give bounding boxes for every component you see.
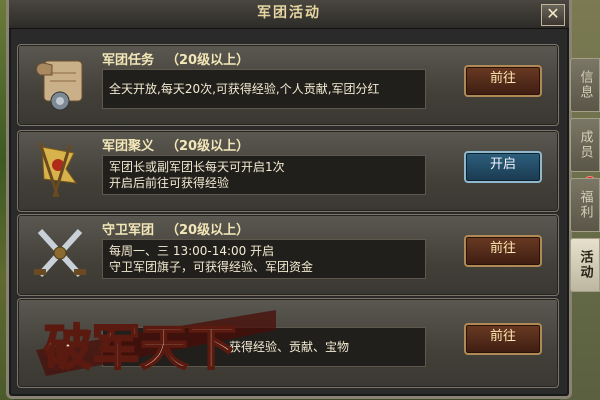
go-button[interactable]: 前往 — [464, 323, 542, 355]
go-button[interactable]: 前往 — [464, 235, 542, 267]
activity-description: 获得经验、贡献、宝物 — [102, 327, 426, 367]
activity-title: 军团任务 — [102, 53, 155, 68]
description-line: 全天开放,每天20次,可获得经验,个人贡献,军团分红 — [109, 82, 380, 96]
activity-card-legion-gathering: 军团聚义 （20级以上） 军团长或副军团长每天可开启1次 开启后前往可获得经验 开… — [17, 130, 559, 212]
banner-icon — [38, 142, 78, 198]
activity-name: 军团聚义 （20级以上） — [102, 135, 249, 154]
description-line: 每周一、三 13:00-14:00 开启 — [109, 244, 275, 258]
activity-level: （20级以上） — [166, 139, 250, 154]
crossed-swords-icon — [34, 228, 86, 278]
scroll-icon — [36, 60, 83, 111]
tab-members[interactable]: 成员 — [570, 118, 600, 172]
panel-title: 军团活动 — [257, 5, 321, 21]
legion-activity-panel: 军团活动 ✕ 军团任务 （20级以上） 全天开放,每天20次,可获得经验,个人贡献… — [6, 0, 572, 399]
panel-title-bar: 军团活动 ✕ — [9, 0, 569, 29]
activity-title: 守卫军团 — [102, 223, 155, 238]
description-line: 开启后前往可获得经验 — [109, 176, 230, 190]
activity-name: 守卫军团 （20级以上） — [102, 219, 249, 238]
go-button[interactable]: 前往 — [464, 65, 542, 97]
activity-title: 军团聚义 — [102, 139, 155, 154]
description-line: 获得经验、贡献、宝物 — [229, 340, 350, 354]
activity-name: 军团任务 （20级以上） — [102, 49, 249, 68]
activity-description: 军团长或副军团长每天可开启1次 开启后前往可获得经验 — [102, 155, 426, 195]
activity-level: （20级以上） — [166, 223, 250, 238]
tab-benefits[interactable]: 福利 — [570, 178, 600, 232]
open-button[interactable]: 开启 — [464, 151, 542, 183]
activity-card-obscured: 获得经验、贡献、宝物 前往 — [17, 298, 559, 388]
activity-description: 全天开放,每天20次,可获得经验,个人贡献,军团分红 — [102, 69, 426, 109]
activity-card-defend-legion: 守卫军团 （20级以上） 每周一、三 13:00-14:00 开启 守卫军团旗子，… — [17, 214, 559, 296]
description-line: 军团长或副军团长每天可开启1次 — [109, 160, 285, 174]
tab-info[interactable]: 信息 — [570, 58, 600, 112]
activity-card-legion-task: 军团任务 （20级以上） 全天开放,每天20次,可获得经验,个人贡献,军团分红 前… — [17, 44, 559, 126]
close-button[interactable]: ✕ — [541, 4, 565, 26]
tab-activities[interactable]: 活动 — [570, 238, 600, 292]
activity-description: 每周一、三 13:00-14:00 开启 守卫军团旗子，可获得经验、军团资金 — [102, 239, 426, 279]
activity-level: （20级以上） — [166, 53, 250, 68]
description-line: 守卫军团旗子，可获得经验、军团资金 — [109, 260, 314, 274]
side-tabs: 信息 成员 福利 活动 — [566, 58, 600, 298]
